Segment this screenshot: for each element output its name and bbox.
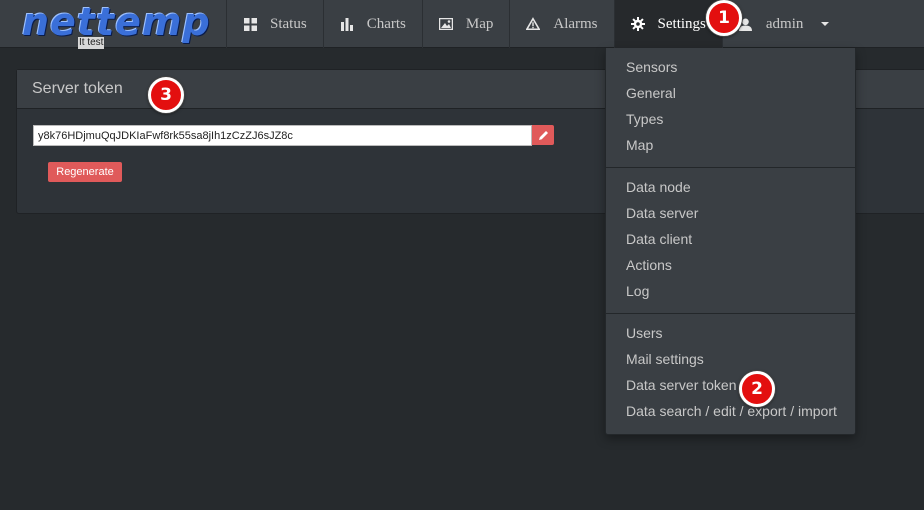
menu-divider bbox=[606, 167, 855, 168]
main-nav: Status Charts Map Alarms Settings admin bbox=[226, 0, 851, 48]
nav-status[interactable]: Status bbox=[226, 0, 323, 48]
nav-user-label: admin bbox=[765, 15, 804, 32]
chevron-down-icon bbox=[821, 22, 830, 26]
nav-settings[interactable]: Settings bbox=[613, 0, 722, 48]
regenerate-button[interactable]: Regenerate bbox=[48, 162, 122, 182]
menu-item-map[interactable]: Map bbox=[606, 132, 855, 158]
menu-item-data-server-token[interactable]: Data server token bbox=[606, 372, 855, 398]
token-input[interactable]: y8k76HDjmuQqJDKIaFwf8rk55sa8jIh1zCzZJ6sJ… bbox=[33, 125, 532, 146]
nav-user-menu[interactable]: admin bbox=[721, 0, 852, 48]
grid-icon bbox=[243, 17, 257, 31]
brand-subtitle: It test bbox=[78, 37, 105, 49]
menu-divider bbox=[606, 313, 855, 314]
nav-charts-label: Charts bbox=[366, 15, 406, 32]
step-marker-1: 1 bbox=[706, 0, 742, 36]
nav-alarms-label: Alarms bbox=[553, 15, 598, 32]
bar-chart-icon bbox=[340, 17, 354, 31]
step-marker-3: 3 bbox=[148, 77, 184, 113]
menu-item-log[interactable]: Log bbox=[606, 278, 855, 304]
nav-charts[interactable]: Charts bbox=[322, 0, 422, 48]
brand-logo-text: nettemp bbox=[22, 0, 211, 44]
settings-dropdown-menu: Sensors General Types Map Data node Data… bbox=[605, 48, 856, 435]
menu-item-data-node[interactable]: Data node bbox=[606, 174, 855, 200]
nav-alarms[interactable]: Alarms bbox=[509, 0, 613, 48]
menu-item-sensors[interactable]: Sensors bbox=[606, 54, 855, 80]
picture-icon bbox=[438, 17, 453, 31]
edit-token-button[interactable] bbox=[532, 125, 554, 145]
settings-menu-group-2: Data node Data server Data client Action… bbox=[606, 174, 855, 304]
panel-title: Server token bbox=[32, 80, 123, 97]
navbar: nettemp It test Status Charts Map Alarms… bbox=[0, 0, 924, 49]
menu-item-mail-settings[interactable]: Mail settings bbox=[606, 346, 855, 372]
menu-item-actions[interactable]: Actions bbox=[606, 252, 855, 278]
menu-item-users[interactable]: Users bbox=[606, 320, 855, 346]
step-marker-2: 2 bbox=[739, 371, 775, 407]
menu-item-data-server[interactable]: Data server bbox=[606, 200, 855, 226]
brand-logo[interactable]: nettemp It test bbox=[22, 1, 210, 49]
nav-map[interactable]: Map bbox=[421, 0, 510, 48]
settings-menu-group-3: Users Mail settings Data server token Da… bbox=[606, 320, 855, 424]
nav-status-label: Status bbox=[270, 15, 307, 32]
menu-item-data-client[interactable]: Data client bbox=[606, 226, 855, 252]
menu-item-types[interactable]: Types bbox=[606, 106, 855, 132]
nav-settings-label: Settings bbox=[657, 15, 706, 32]
gear-icon bbox=[630, 17, 645, 31]
menu-item-general[interactable]: General bbox=[606, 80, 855, 106]
warning-icon bbox=[526, 17, 541, 31]
menu-item-data-search[interactable]: Data search / edit / export / import bbox=[606, 398, 855, 424]
pencil-icon bbox=[538, 130, 548, 140]
nav-map-label: Map bbox=[465, 15, 494, 32]
settings-menu-group-1: Sensors General Types Map bbox=[606, 48, 855, 158]
